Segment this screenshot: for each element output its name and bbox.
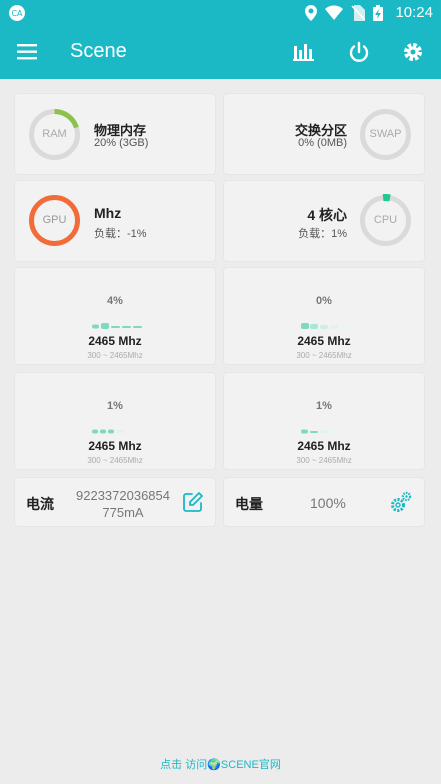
core-usage-bars xyxy=(92,323,142,329)
battery-label: 电量 xyxy=(235,496,263,512)
core-frequency: 2465 Mhz xyxy=(88,439,142,453)
location-icon xyxy=(305,5,317,21)
gpu-card[interactable]: GPU Mhz 负载：-1% xyxy=(15,181,215,261)
cpu-title: 4 核心 xyxy=(307,207,347,223)
cpu-core-card: 4% 2465 Mhz 300 ~ 2465Mhz xyxy=(15,268,215,364)
ram-ring-label: RAM xyxy=(42,128,67,140)
swap-value: 0% (0MB) xyxy=(298,137,347,149)
website-link[interactable]: 点击 访问🌍SCENE官网 xyxy=(0,756,441,772)
settings-gear-icon[interactable] xyxy=(402,41,424,63)
current-label: 电流 xyxy=(26,496,54,512)
ram-value: 20% (3GB) xyxy=(94,137,149,149)
ram-card[interactable]: RAM 物理内存 20% (3GB) xyxy=(15,94,215,174)
core-frequency: 2465 Mhz xyxy=(297,439,351,453)
swap-ring-label: SWAP xyxy=(369,128,402,140)
core-frequency-range: 300 ~ 2465Mhz xyxy=(296,456,352,465)
core-usage-percent: 0% xyxy=(316,295,332,307)
gpu-load: 负载：-1% xyxy=(94,228,147,240)
status-time: 10:24 xyxy=(395,4,433,21)
core-usage-bars xyxy=(301,323,348,329)
cpu-card[interactable]: CPU 4 核心 负载：1% xyxy=(224,181,424,261)
core-usage-bars xyxy=(92,429,134,434)
core-usage-percent: 4% xyxy=(107,295,123,307)
current-value-line2: 775mA xyxy=(102,505,144,520)
app-bar: Scene xyxy=(0,26,441,79)
swap-card[interactable]: SWAP 交换分区 0% (0MB) xyxy=(224,94,424,174)
core-frequency: 2465 Mhz xyxy=(88,334,142,348)
cpu-core-card: 1% 2465 Mhz 300 ~ 2465Mhz xyxy=(15,373,215,469)
wifi-icon xyxy=(325,5,343,20)
cpu-core-card: 1% 2465 Mhz 300 ~ 2465Mhz xyxy=(224,373,424,469)
power-icon[interactable] xyxy=(348,41,370,63)
gpu-ring-label: GPU xyxy=(42,214,67,226)
core-usage-percent: 1% xyxy=(107,400,123,412)
menu-icon[interactable] xyxy=(17,42,39,62)
core-frequency-range: 300 ~ 2465Mhz xyxy=(87,351,143,360)
cpu-ring-label: CPU xyxy=(373,214,398,226)
battery-value: 100% xyxy=(310,495,346,511)
battery-card: 电量 100% xyxy=(224,478,424,526)
status-icons xyxy=(305,5,383,21)
app-title: Scene xyxy=(70,40,127,62)
cpu-core-card: 0% 2465 Mhz 300 ~ 2465Mhz xyxy=(224,268,424,364)
cpu-load: 负载：1% xyxy=(298,228,347,240)
battery-charging-icon xyxy=(373,5,383,21)
core-usage-percent: 1% xyxy=(316,400,332,412)
core-frequency-range: 300 ~ 2465Mhz xyxy=(87,456,143,465)
status-bar: CA 10:24 xyxy=(0,0,441,26)
gpu-title: Mhz xyxy=(94,205,122,221)
no-sim-icon xyxy=(351,5,365,21)
core-frequency-range: 300 ~ 2465Mhz xyxy=(296,351,352,360)
svg-text:CA: CA xyxy=(11,9,23,18)
scene-notification-icon: CA xyxy=(9,5,25,21)
core-frequency: 2465 Mhz xyxy=(297,334,351,348)
battery-settings-icon[interactable] xyxy=(389,490,413,514)
core-usage-bars xyxy=(301,429,348,434)
chart-bars-icon[interactable] xyxy=(293,41,315,63)
current-card: 电流 9223372036854 775mA xyxy=(15,478,215,526)
current-value-line1: 9223372036854 xyxy=(76,488,170,503)
edit-icon[interactable] xyxy=(182,491,204,513)
